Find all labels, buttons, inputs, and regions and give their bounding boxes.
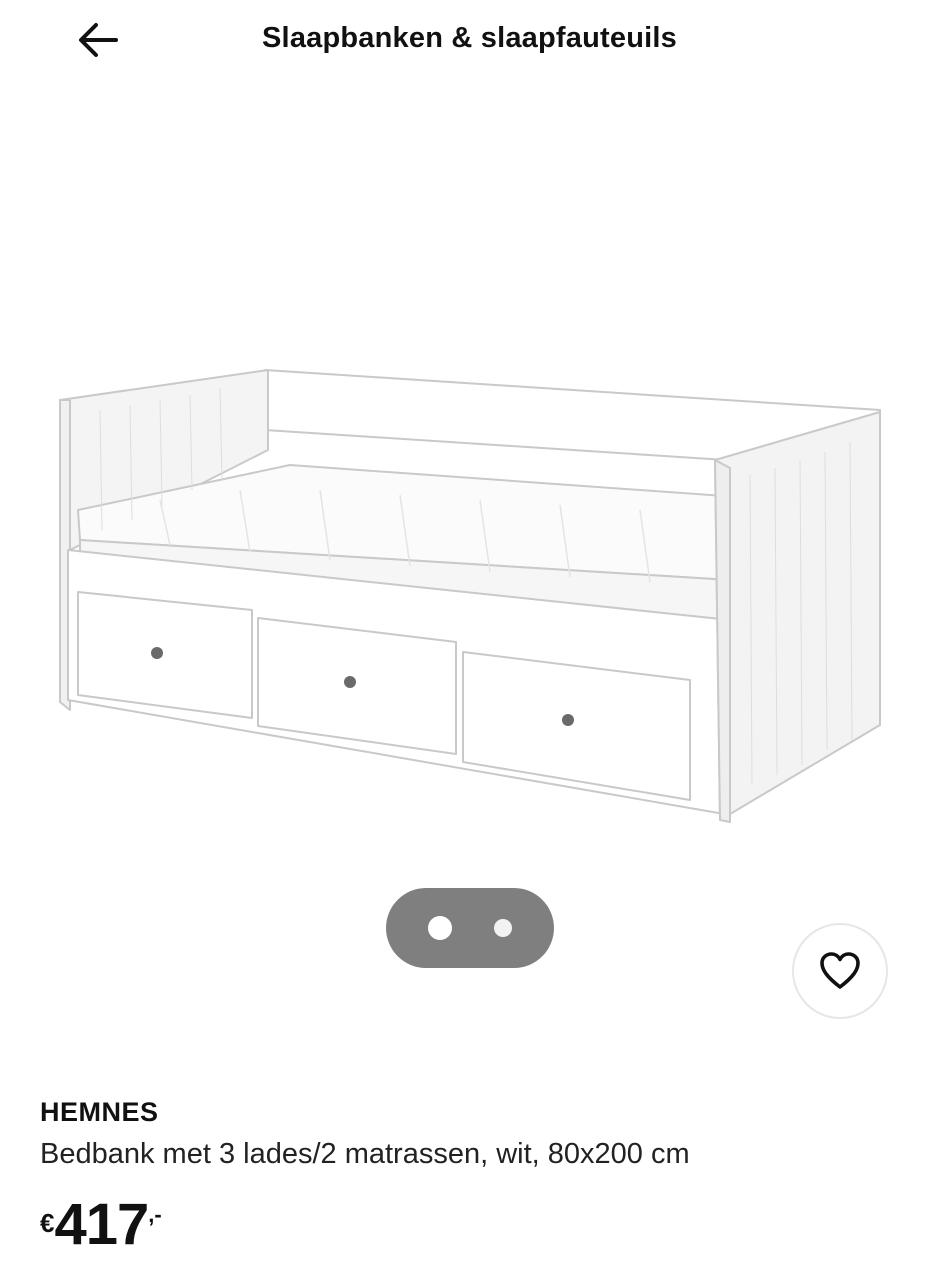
favorite-button[interactable] <box>792 923 888 1019</box>
page-title: Slaapbanken & slaapfauteuils <box>262 22 677 54</box>
product-description: Bedbank met 3 lades/2 matrassen, wit, 80… <box>40 1138 690 1170</box>
product-image[interactable] <box>40 330 900 840</box>
product-price: € 417 ,- <box>40 1196 162 1266</box>
product-name[interactable]: HEMNES <box>40 1097 159 1128</box>
heart-outline-icon <box>820 952 860 989</box>
price-decimals: ,- <box>148 1202 162 1227</box>
price-currency: € <box>40 1208 55 1238</box>
price-amount: 417 <box>54 1192 149 1257</box>
top-bar: Slaapbanken & slaapfauteuils <box>0 0 939 84</box>
carousel-indicator[interactable] <box>386 888 554 968</box>
carousel-dot-active[interactable] <box>428 916 452 940</box>
carousel-dot[interactable] <box>494 919 512 937</box>
